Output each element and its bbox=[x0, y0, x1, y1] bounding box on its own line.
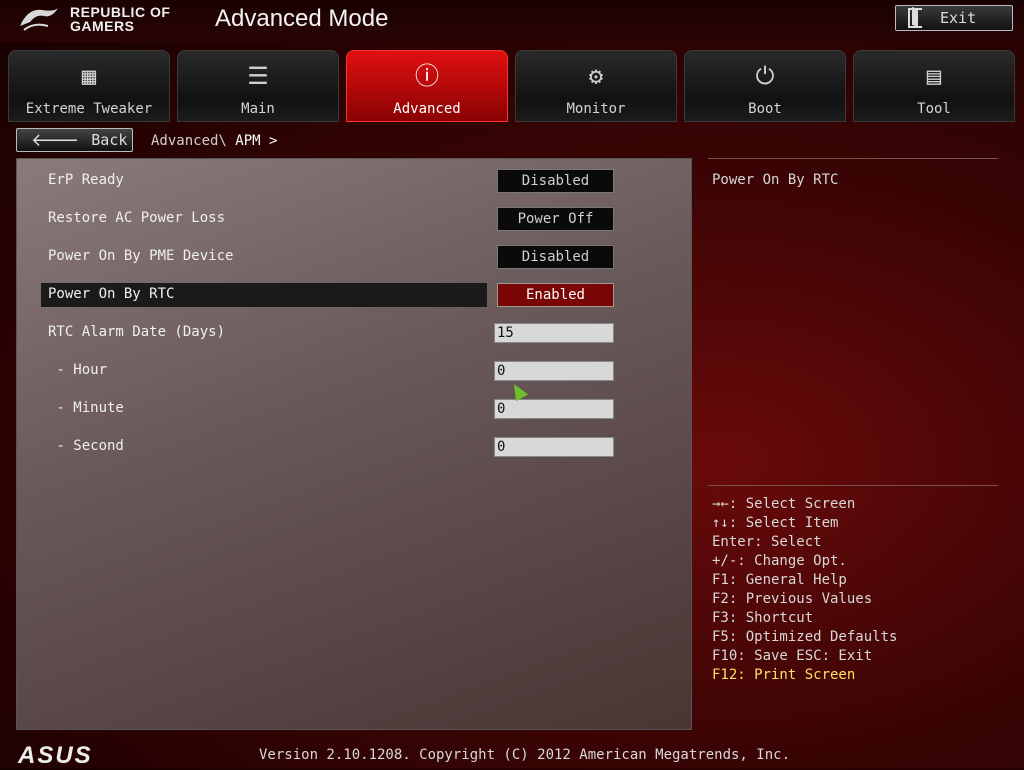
advanced-info-icon: ⓘ bbox=[415, 62, 439, 90]
brand-line-2: GAMERS bbox=[70, 18, 135, 34]
setting-name: Power On By RTC bbox=[48, 286, 175, 302]
breadcrumb-arrow: > bbox=[269, 133, 278, 149]
help-title: Power On By RTC bbox=[712, 172, 839, 188]
tab-extreme-tweaker[interactable]: ▦ Extreme Tweaker bbox=[8, 50, 170, 122]
tab-label: Tool bbox=[917, 101, 951, 117]
hour-input[interactable]: 0 bbox=[494, 361, 614, 381]
tab-main[interactable]: ☰ Main bbox=[177, 50, 339, 122]
breadcrumb-path[interactable]: Advanced\ bbox=[151, 133, 227, 149]
setting-name: RTC Alarm Date (Days) bbox=[48, 324, 226, 340]
setting-name: Restore AC Power Loss bbox=[48, 210, 226, 226]
settings-panel: ErP Ready Disabled Restore AC Power Loss… bbox=[16, 158, 692, 730]
top-bar: REPUBLIC OF GAMERS Advanced Mode Exit bbox=[0, 0, 1024, 42]
tab-label: Monitor bbox=[566, 101, 626, 117]
ai-chip-icon: ▦ bbox=[81, 62, 97, 90]
setting-name: ErP Ready bbox=[48, 172, 124, 188]
key-hint: Enter: Select bbox=[712, 534, 822, 550]
key-hint: F2: Previous Values bbox=[712, 591, 873, 607]
main-tabs: ▦ Extreme Tweaker ☰ Main ⓘ Advanced ⚙ Mo… bbox=[8, 50, 1016, 122]
power-on-by-pme-select[interactable]: Disabled bbox=[497, 245, 614, 269]
help-divider-bottom bbox=[708, 485, 998, 486]
setting-name: - Minute bbox=[48, 400, 124, 416]
key-legend: →←: Select Screen ↑↓: Select Item Enter:… bbox=[712, 495, 897, 685]
tab-tool[interactable]: ▤ Tool bbox=[853, 50, 1015, 122]
tab-label: Boot bbox=[748, 101, 782, 117]
rtc-alarm-date-input[interactable]: 15 bbox=[494, 323, 614, 343]
tab-label: Extreme Tweaker bbox=[25, 101, 153, 117]
setting-name: Power On By PME Device bbox=[48, 248, 234, 264]
setting-name: - Hour bbox=[48, 362, 108, 378]
setting-name: - Second bbox=[48, 438, 124, 454]
exit-label: Exit bbox=[940, 9, 977, 27]
list-icon: ☰ bbox=[247, 62, 269, 90]
mode-title: Advanced Mode bbox=[215, 5, 389, 32]
monitor-gauge-icon: ⚙ bbox=[588, 62, 604, 90]
brand-line-1: REPUBLIC OF bbox=[70, 4, 171, 20]
key-hint: ↑↓: Select Item bbox=[712, 515, 839, 531]
toolbox-icon: ▤ bbox=[926, 62, 942, 90]
key-hint: +/-: Change Opt. bbox=[712, 553, 847, 569]
tab-advanced[interactable]: ⓘ Advanced bbox=[346, 50, 508, 122]
exit-button[interactable]: Exit bbox=[895, 5, 1013, 31]
key-hint: F5: Optimized Defaults bbox=[712, 629, 898, 645]
setting-row-power-on-by-rtc[interactable]: Power On By RTC bbox=[41, 283, 487, 307]
breadcrumb-current: APM bbox=[235, 133, 261, 149]
tab-boot[interactable]: ⏻ Boot bbox=[684, 50, 846, 122]
power-icon: ⏻ bbox=[755, 62, 775, 90]
back-arrow-icon: 🡐 bbox=[31, 129, 80, 151]
tab-monitor[interactable]: ⚙ Monitor bbox=[515, 50, 677, 122]
back-button[interactable]: 🡐 Back bbox=[16, 128, 133, 152]
help-divider-top bbox=[708, 158, 998, 159]
asus-logo: ASUS bbox=[18, 742, 93, 769]
key-hint: F1: General Help bbox=[712, 572, 847, 588]
erp-ready-select[interactable]: Disabled bbox=[497, 169, 614, 193]
key-hint: F10: Save ESC: Exit bbox=[712, 648, 873, 664]
version-text: Version 2.10.1208. Copyright (C) 2012 Am… bbox=[259, 747, 791, 763]
key-hint: →←: Select Screen bbox=[712, 496, 856, 512]
print-screen-hint: F12: Print Screen bbox=[712, 667, 856, 683]
restore-ac-power-loss-select[interactable]: Power Off bbox=[497, 207, 614, 231]
tab-label: Main bbox=[241, 101, 275, 117]
key-hint: F3: Shortcut bbox=[712, 610, 814, 626]
breadcrumb: Advanced\ APM > bbox=[151, 133, 277, 149]
brand-text: REPUBLIC OF GAMERS bbox=[70, 5, 170, 33]
tab-label: Advanced bbox=[393, 101, 461, 117]
rog-logo-icon bbox=[20, 8, 58, 31]
exit-door-icon bbox=[908, 8, 922, 28]
power-on-by-rtc-select[interactable]: Enabled bbox=[497, 283, 614, 307]
minute-input[interactable]: 0 bbox=[494, 399, 614, 419]
back-label: Back bbox=[91, 131, 128, 149]
second-input[interactable]: 0 bbox=[494, 437, 614, 457]
